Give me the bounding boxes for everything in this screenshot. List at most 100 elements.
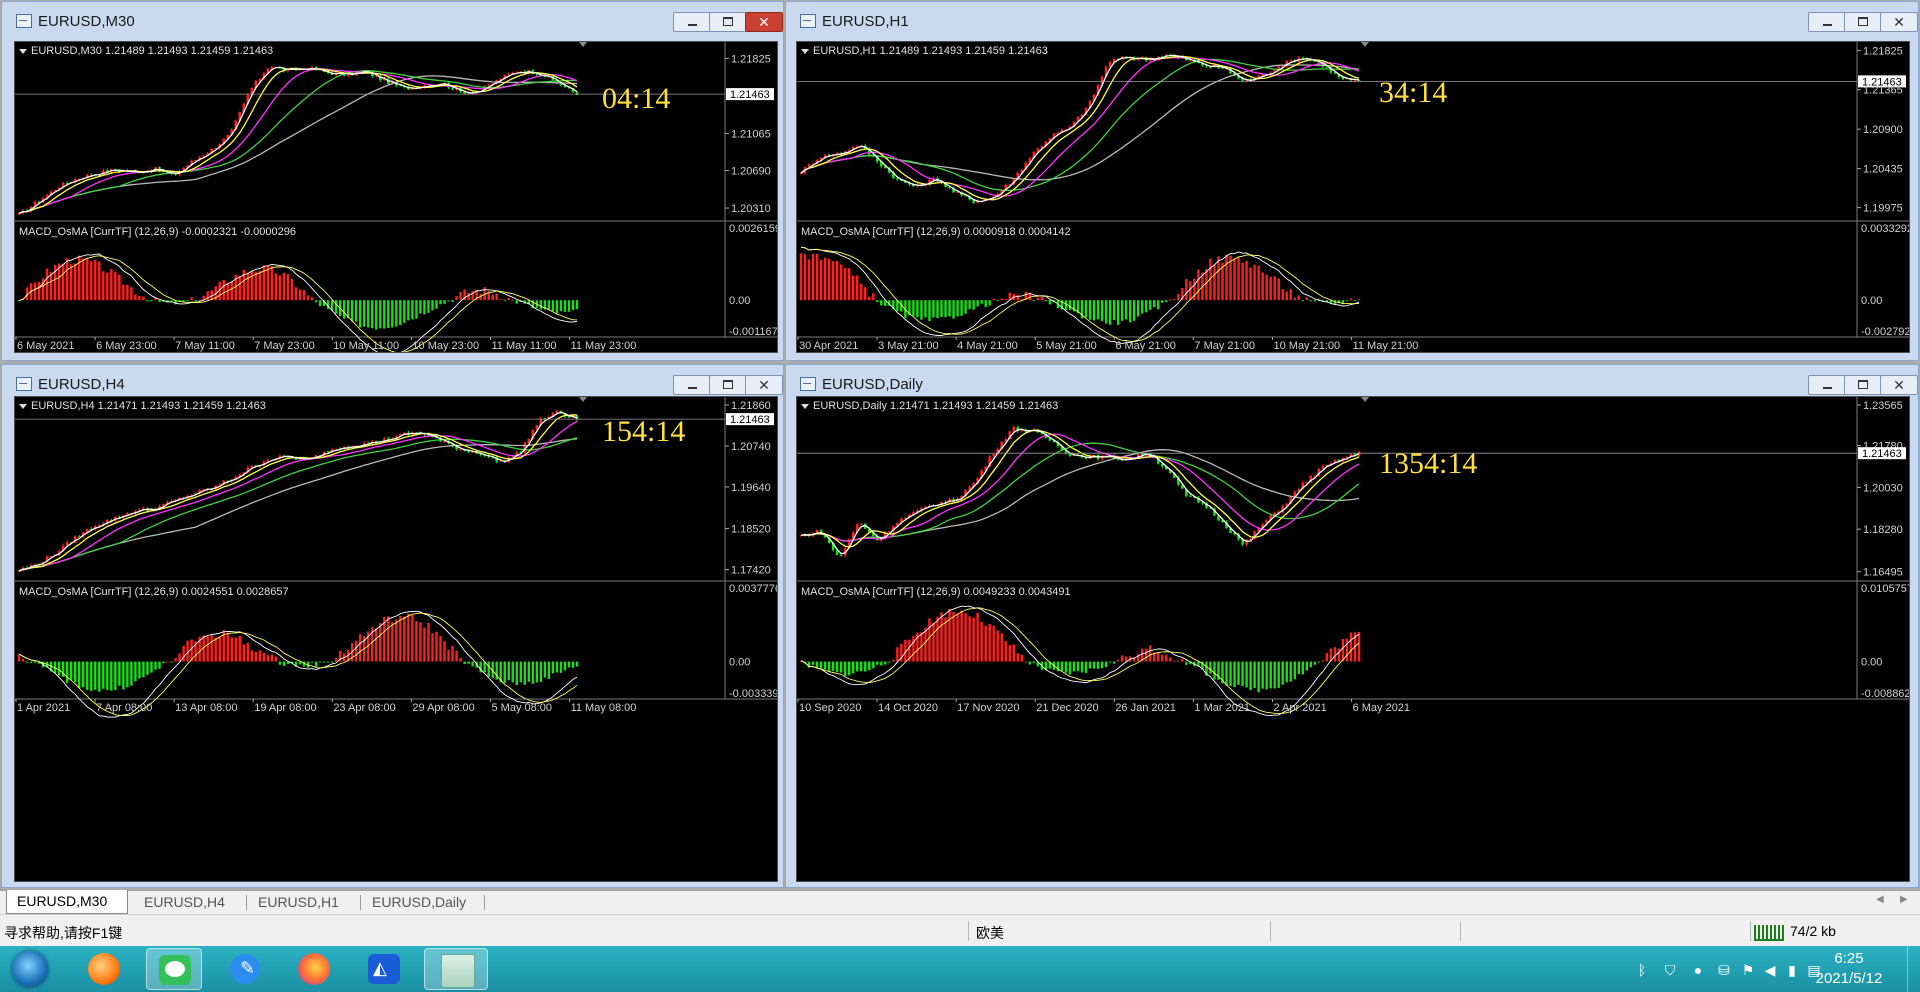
chart-canvas[interactable]: 1.23565 1.21780 1.21463 1.20030 1.18280 1.164… [796,396,1910,882]
close-button[interactable] [1880,12,1918,32]
macd-histogram-bar [443,300,446,304]
maximize-button[interactable] [709,12,747,32]
tray-shield-icon[interactable]: ⛉ [1662,962,1678,978]
macd-histogram-bar [988,624,991,662]
candle-body [399,85,402,87]
chart-plot: 1.235651.217801.214631.200301.182801.164… [797,397,1909,717]
macd-histogram-bar [258,650,262,662]
minimize-button[interactable] [673,375,711,395]
macd-histogram-bar [1060,661,1064,672]
price-label: 1.20740 [731,441,771,453]
macd-histogram-bar [1092,661,1096,669]
macd-histogram-bar [864,661,867,672]
macd-histogram-bar [65,661,69,683]
macd-histogram-bar [1301,661,1304,675]
wechat-bubble-icon [165,961,185,977]
macd-histogram-bar [29,661,33,663]
macd-histogram-bar [1177,660,1180,662]
minimize-button[interactable] [673,12,711,32]
macd-histogram-bar [162,661,165,664]
window-titlebar[interactable]: EURUSD,H1 [786,2,1918,32]
macd-histogram-bar [86,258,89,301]
ma-magenta-line [18,68,578,215]
taskbar-app-fire[interactable] [76,948,132,990]
date-label: 13 Apr 08:00 [175,702,237,714]
chart-window-h4[interactable]: EURUSD,H4 1.218601.214631.207401.196401.… [1,364,784,888]
tab-eurusd-h1[interactable]: EURUSD,H1 [248,891,358,913]
macd-histogram-bar [1173,299,1176,301]
tray-volume-icon[interactable]: ◀ [1762,962,1778,978]
taskbar-clock[interactable]: 6:25 2021/5/12 [1804,949,1894,989]
macd-histogram-bar [355,300,358,322]
taskbar-app-wechat[interactable] [146,948,202,990]
bar-countdown-timer: 154:14 [602,415,685,448]
macd-histogram-bar [487,661,490,677]
macd-histogram-bar [932,300,935,318]
taskbar-app-firefox[interactable] [286,948,342,990]
close-button[interactable] [745,375,783,395]
macd-scale-label: 0.00 [1861,657,1882,669]
tab-scroll-right-icon[interactable]: ▶ [1900,894,1908,905]
macd-histogram-bar [1237,661,1240,685]
candle-body [1321,466,1325,469]
chart-window-h1[interactable]: EURUSD,H1 1.218251.214631.213651.209001.… [785,1,1919,361]
macd-histogram-bar [451,645,454,662]
macd-histogram-bar [992,298,995,301]
window-titlebar[interactable]: EURUSD,M30 [2,2,783,32]
date-label: 19 Apr 08:00 [254,702,316,714]
chart-window-daily[interactable]: EURUSD,Daily 1.235651.217801.214631.2003… [785,364,1919,888]
status-profile[interactable]: 欧美 [976,923,1004,943]
window-titlebar[interactable]: EURUSD,H4 [2,365,783,395]
window-titlebar[interactable]: EURUSD,Daily [786,365,1918,395]
chart-canvas[interactable]: 1.21825 1.21463 1.21065 1.20690 1.20310 EURUS… [14,41,778,353]
tray-flag-icon[interactable]: ⚑ [1740,962,1756,978]
tray-network-icon[interactable]: ⛁ [1716,962,1732,978]
macd-histogram-bar [1281,289,1284,301]
macd-histogram-bar [1020,654,1023,662]
chart-canvas[interactable]: 1.21860 1.21463 1.20740 1.19640 1.18520 1.174… [14,396,778,882]
tab-eurusd-daily[interactable]: EURUSD,Daily [362,891,482,913]
start-button[interactable] [2,948,58,990]
macd-histogram-bar [928,300,931,322]
chart-window-m30[interactable]: EURUSD,M30 1.218251.214631.210651.206901… [1,1,784,361]
macd-histogram-bar [952,611,955,662]
macd-histogram-bar [391,622,394,662]
macd-label: MACD_OsMA [CurrTF] (12,26,9) -0.0002321 … [19,226,296,238]
taskbar-app-lark[interactable]: ◭ [356,948,412,990]
macd-histogram-bar [1032,300,1036,302]
date-label: 7 May 21:00 [1194,340,1255,352]
tray-wechat-icon[interactable]: ● [1690,962,1706,978]
tab-eurusd-h4[interactable]: EURUSD,H4 [134,891,244,913]
taskbar-app-pen[interactable]: ✎ [216,948,272,990]
maximize-button[interactable] [1844,12,1882,32]
price-label: 1.21825 [1863,46,1903,58]
chart-canvas[interactable]: 1.21825 1.21463 1.21365 1.20900 1.20435 1.199… [796,41,1910,353]
chart-window-icon [16,14,32,28]
tab-scroll-left-icon[interactable]: ◀ [1876,894,1884,905]
macd-histogram-bar [1285,661,1288,683]
macd-histogram-bar [238,635,241,662]
macd-histogram-bar [1229,661,1232,687]
minimize-button[interactable] [1808,12,1846,32]
show-desktop-button[interactable] [1907,946,1920,992]
maximize-button[interactable] [1844,375,1882,395]
minimize-button[interactable] [1808,375,1846,395]
date-label: 6 May 2021 [1353,702,1410,714]
candle-body [1189,495,1192,497]
tray-bluetooth-icon[interactable]: ᛒ [1634,962,1650,978]
macd-label: MACD_OsMA [CurrTF] (12,26,9) 0.0000918 0… [801,226,1071,238]
macd-histogram-bar [74,661,77,683]
macd-histogram-bar [1349,298,1353,301]
taskbar-app-metatrader[interactable] [424,948,488,990]
macd-histogram-bar [799,253,803,301]
tab-eurusd-m30[interactable]: EURUSD,M30 [6,890,128,914]
macd-histogram-bar [459,292,462,301]
macd-histogram-bar [435,300,438,309]
tray-signal-icon[interactable]: ▮ [1784,962,1800,978]
maximize-button[interactable] [709,375,747,395]
close-button[interactable] [745,12,783,32]
close-button[interactable] [1880,375,1918,395]
macd-scale-label: 0.0105757 [1861,583,1909,595]
candle-body [1012,426,1016,432]
macd-histogram-bar [988,300,991,306]
